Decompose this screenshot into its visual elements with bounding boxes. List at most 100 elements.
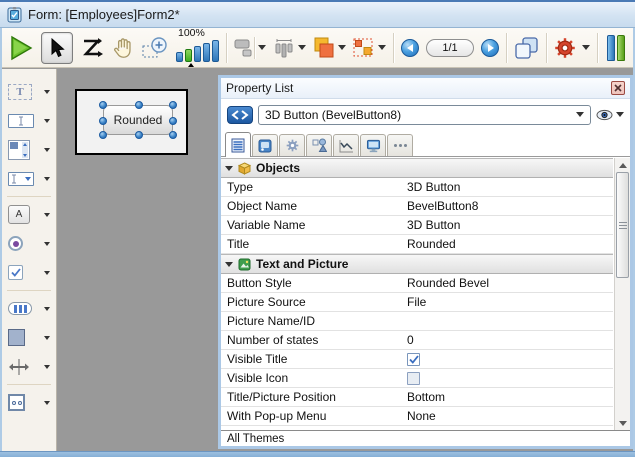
property-list-titlebar[interactable]: Property List <box>221 78 630 99</box>
section-header-objects[interactable]: Objects <box>221 158 613 178</box>
input-tool[interactable] <box>6 107 52 134</box>
property-value[interactable]: Rounded <box>405 237 613 251</box>
selection-handle-sw[interactable] <box>99 131 107 139</box>
rectangle-tool[interactable] <box>6 324 52 351</box>
checkbox-tool[interactable] <box>6 259 52 286</box>
zoom-bar-4[interactable] <box>203 43 210 62</box>
selection-handle-ne[interactable] <box>169 101 177 109</box>
themes-footer[interactable]: All Themes <box>221 430 630 446</box>
matrix-menu[interactable] <box>353 32 386 64</box>
duplicate-dropdown-icon[interactable] <box>338 45 346 50</box>
settings-dropdown-icon[interactable] <box>582 45 590 50</box>
checkbox-dropdown-icon[interactable] <box>44 271 50 275</box>
property-value[interactable]: BevelButton8 <box>405 199 613 213</box>
tab-display[interactable] <box>360 134 386 156</box>
tab-chart[interactable] <box>333 134 359 156</box>
views-button[interactable] <box>514 32 539 64</box>
property-row[interactable]: Object Name BevelButton8 <box>221 197 613 216</box>
splitter-tool[interactable] <box>6 353 52 380</box>
selection-handle-e[interactable] <box>169 117 177 125</box>
tab-gear[interactable] <box>279 134 305 156</box>
distribute-dropdown-icon[interactable] <box>298 45 306 50</box>
selection-handle-se[interactable] <box>169 131 177 139</box>
tab-list[interactable] <box>225 132 251 157</box>
splitter-dropdown-icon[interactable] <box>44 365 50 369</box>
property-row[interactable]: Title Rounded <box>221 235 613 254</box>
property-value[interactable]: None <box>405 409 613 423</box>
previous-page-button[interactable] <box>401 39 419 57</box>
close-button[interactable] <box>611 81 625 95</box>
property-scrollbar[interactable] <box>614 158 630 430</box>
property-row[interactable]: Variable Name 3D Button <box>221 216 613 235</box>
zoom-bar-current[interactable] <box>185 49 192 62</box>
selection-handle-nw[interactable] <box>99 101 107 109</box>
view-options-button[interactable] <box>596 109 624 121</box>
scrollbar-thumb[interactable] <box>616 172 629 278</box>
move-order-tool[interactable] <box>80 32 104 64</box>
tab-control-tool[interactable] <box>6 295 52 322</box>
property-row[interactable]: Picture Source File <box>221 293 613 312</box>
property-row[interactable]: Title/Picture Position Bottom <box>221 388 613 407</box>
distribute-menu[interactable] <box>273 32 306 64</box>
zoom-tool[interactable] <box>142 32 169 64</box>
button-tool[interactable]: A <box>6 201 52 228</box>
matrix-dropdown-icon[interactable] <box>378 45 386 50</box>
tab-control-dropdown-icon[interactable] <box>44 307 50 311</box>
property-value[interactable]: Rounded Bevel <box>405 276 613 290</box>
object-navigator-button[interactable] <box>227 106 253 124</box>
property-row[interactable]: Type 3D Button <box>221 178 613 197</box>
form-canvas[interactable]: Rounded <box>75 89 188 155</box>
combobox-tool[interactable] <box>6 165 52 192</box>
collapse-triangle-icon[interactable] <box>225 166 233 171</box>
run-button[interactable] <box>8 32 34 64</box>
next-page-button[interactable] <box>481 39 499 57</box>
property-row[interactable]: With Pop-up Menu None <box>221 407 613 426</box>
zoom-bars-icon[interactable] <box>176 40 219 62</box>
property-row[interactable]: Number of states 0 <box>221 331 613 350</box>
static-text-dropdown-icon[interactable] <box>44 90 50 94</box>
radio-dropdown-icon[interactable] <box>44 242 50 246</box>
rectangle-dropdown-icon[interactable] <box>44 336 50 340</box>
plugin-dropdown-icon[interactable] <box>44 401 50 405</box>
property-row[interactable]: Button Style Rounded Bevel <box>221 274 613 293</box>
property-row[interactable]: Visible Title <box>221 350 613 369</box>
tab-shapes[interactable] <box>306 134 332 156</box>
scroll-up-button[interactable] <box>615 158 630 172</box>
selection-handle-w[interactable] <box>99 117 107 125</box>
align-menu[interactable] <box>234 32 266 64</box>
visible-title-checkbox[interactable] <box>407 353 420 366</box>
plugin-area-tool[interactable] <box>6 389 52 416</box>
pan-tool[interactable] <box>111 32 135 64</box>
property-row[interactable]: Picture Name/ID <box>221 312 613 331</box>
collapse-triangle-icon[interactable] <box>225 262 233 267</box>
property-value[interactable]: 0 <box>405 333 613 347</box>
duplicate-menu[interactable] <box>313 32 346 64</box>
bevel-button-object[interactable]: Rounded <box>103 105 173 135</box>
visible-icon-checkbox[interactable] <box>407 372 420 385</box>
zoom-bar-3[interactable] <box>194 46 201 62</box>
settings-menu[interactable] <box>554 32 590 64</box>
static-text-tool[interactable]: T <box>6 78 52 105</box>
pointer-tool[interactable] <box>41 32 73 64</box>
button-dropdown-icon[interactable] <box>44 213 50 217</box>
zoom-bar-1[interactable] <box>176 52 183 62</box>
property-value[interactable]: 3D Button <box>405 180 613 194</box>
page-indicator[interactable]: 1/1 <box>426 39 474 57</box>
listbox-tool[interactable] <box>6 136 52 163</box>
align-dropdown-icon[interactable] <box>258 45 266 50</box>
radio-button-tool[interactable] <box>6 230 52 257</box>
zoom-bar-5[interactable] <box>212 40 219 62</box>
listbox-dropdown-icon[interactable] <box>44 148 50 152</box>
tab-form[interactable] <box>252 134 278 156</box>
property-value[interactable]: 3D Button <box>405 218 613 232</box>
input-dropdown-icon[interactable] <box>44 119 50 123</box>
selection-handle-n[interactable] <box>135 101 143 109</box>
view-options-dropdown-icon[interactable] <box>616 112 624 117</box>
object-selector-combobox[interactable]: 3D Button (BevelButton8) <box>258 105 591 125</box>
property-value[interactable]: File <box>405 295 613 309</box>
books-button[interactable] <box>607 35 625 61</box>
property-value[interactable]: Bottom <box>405 390 613 404</box>
selection-handle-s[interactable] <box>135 131 143 139</box>
scroll-down-button[interactable] <box>615 416 630 430</box>
property-row[interactable]: Visible Icon <box>221 369 613 388</box>
